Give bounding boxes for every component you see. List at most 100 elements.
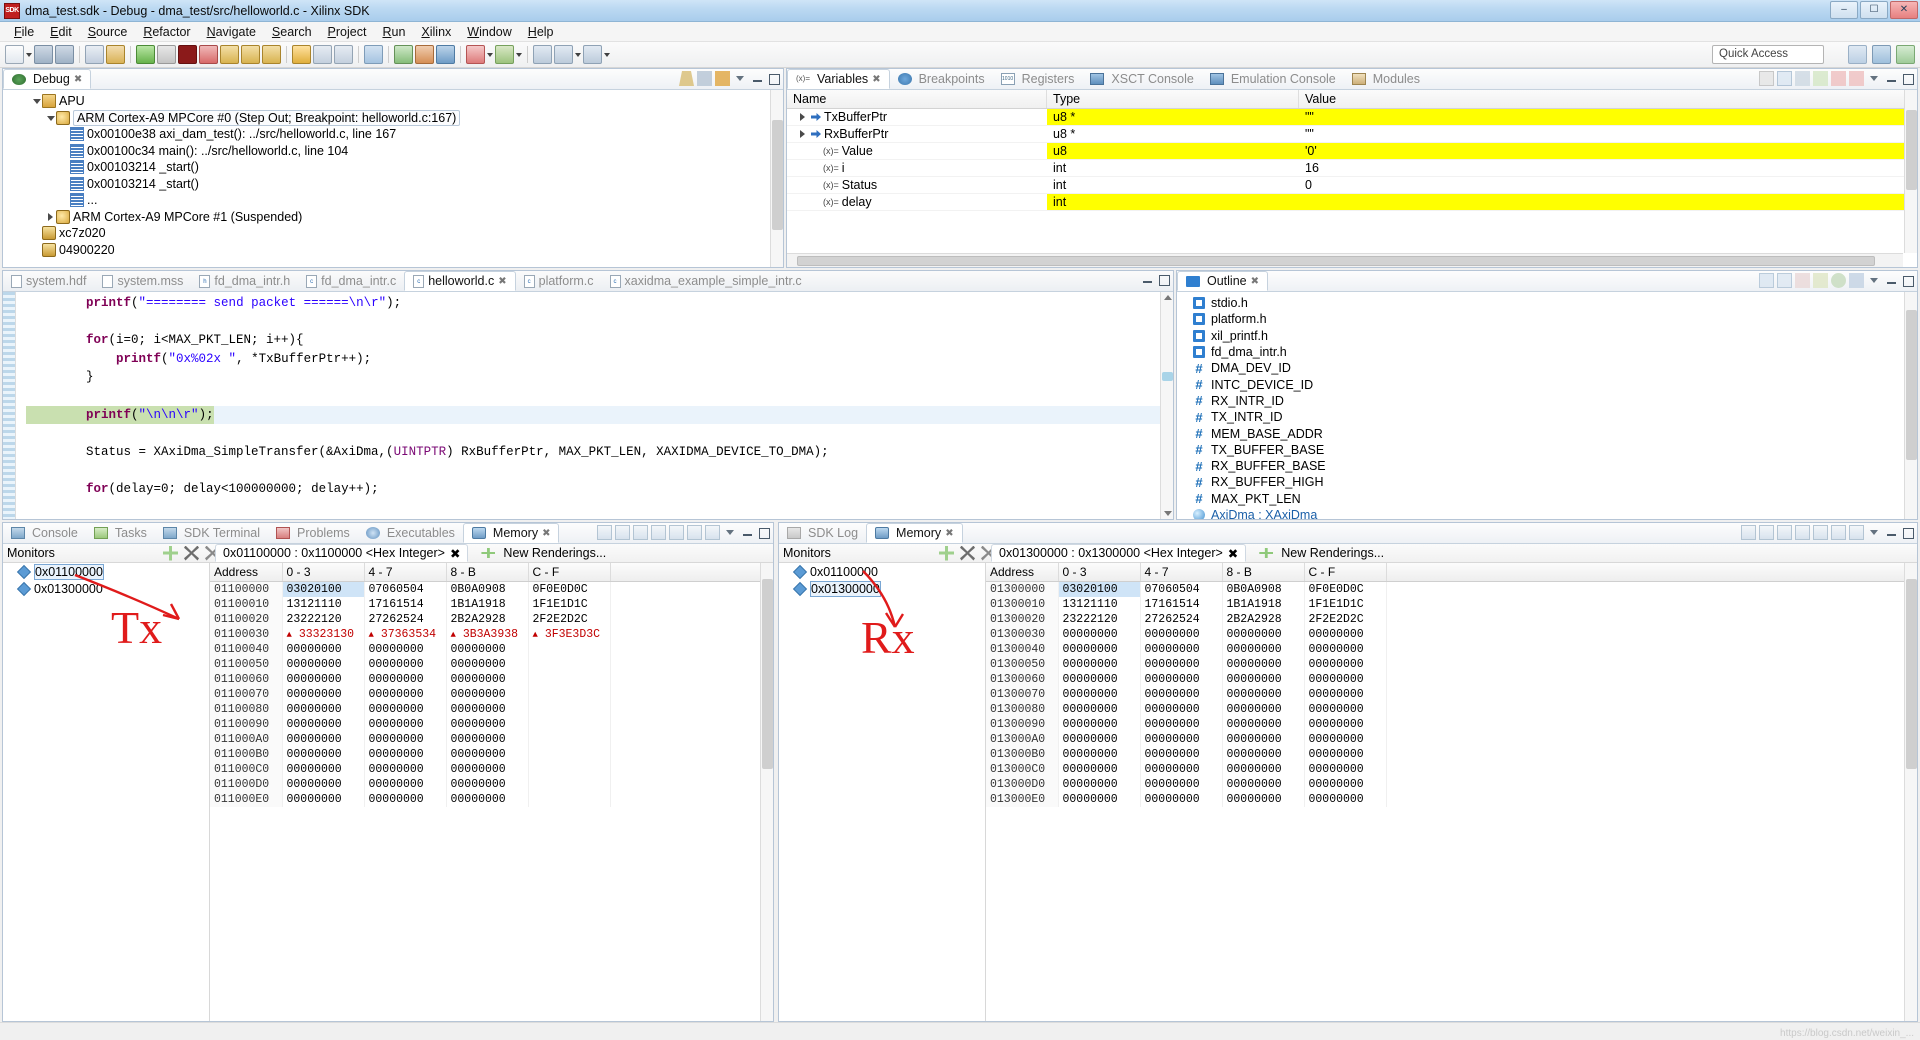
memory-cell[interactable]: 00000000 xyxy=(1058,762,1141,777)
memory-cell[interactable] xyxy=(528,657,611,672)
memory-view-menu-icon[interactable] xyxy=(1867,525,1882,540)
editor-scrollbar[interactable] xyxy=(1160,292,1173,519)
tab-problems[interactable]: Problems xyxy=(268,523,358,543)
toggle-split-icon[interactable] xyxy=(633,525,648,540)
quick-access-input[interactable]: Quick Access xyxy=(1712,45,1824,64)
memory-row[interactable]: 01300000 03020100 07060504 0B0A0908 0F0E0D0C xyxy=(986,581,1917,597)
memory-row[interactable]: 01100060 00000000 00000000 00000000 xyxy=(210,672,773,687)
outline-item[interactable]: # INTC_DEVICE_ID xyxy=(1177,376,1917,392)
memory-cell[interactable]: 00000000 xyxy=(446,672,529,687)
outline-view-menu-icon[interactable] xyxy=(1867,273,1882,288)
minimize-vars-icon[interactable] xyxy=(1885,72,1898,85)
memory-cell[interactable]: 00000000 xyxy=(1058,777,1141,792)
memory-row[interactable]: 01300090 00000000 00000000 00000000 00000000 xyxy=(986,717,1917,732)
memory-cell[interactable]: 1B1A1918 xyxy=(1222,597,1305,612)
variables-vscrollbar[interactable] xyxy=(1904,90,1917,253)
memory-cell[interactable]: 00000000 xyxy=(1304,792,1387,807)
memory-cell[interactable] xyxy=(528,687,611,702)
memory-row[interactable]: 013000E0 00000000 00000000 00000000 00000000 xyxy=(986,792,1917,807)
memory-cell[interactable]: 00000000 xyxy=(1304,762,1387,777)
chevron-down-icon[interactable] xyxy=(603,45,611,64)
print-icon[interactable] xyxy=(85,45,104,64)
editor-tab-platform-c[interactable]: c platform.c xyxy=(516,271,602,291)
debug-tree-row[interactable]: 04900220 xyxy=(3,242,783,259)
outline-item[interactable]: # RX_INTR_ID xyxy=(1177,393,1917,409)
memory-cell[interactable]: 00000000 xyxy=(1222,792,1305,807)
link-editor-icon[interactable] xyxy=(1849,273,1864,288)
memory-cell[interactable]: ▲ 3B3A3938 xyxy=(446,627,529,642)
variables-vscroll-thumb[interactable] xyxy=(1906,110,1917,190)
close-icon[interactable]: ✖ xyxy=(1228,546,1238,561)
view-menu-icon[interactable] xyxy=(733,71,748,86)
memory-cell[interactable]: 00000000 xyxy=(364,732,447,747)
memory-cell[interactable]: 00000000 xyxy=(1304,702,1387,717)
code-line[interactable] xyxy=(26,424,1173,443)
memory-cell[interactable] xyxy=(528,747,611,762)
memory-cell[interactable]: 00000000 xyxy=(1140,627,1223,642)
variable-row[interactable]: (x)= delay int xyxy=(787,194,1917,211)
chevron-down-icon[interactable] xyxy=(515,45,523,64)
memory-cell[interactable]: 00000000 xyxy=(364,657,447,672)
tab-breakpoints[interactable]: Breakpoints xyxy=(890,69,993,89)
maximize-view-icon[interactable] xyxy=(757,526,770,539)
memory-cell[interactable] xyxy=(528,642,611,657)
editor-tab-helloworld-c[interactable]: c helloworld.c ✖ xyxy=(404,271,516,291)
memory-cell[interactable]: 00000000 xyxy=(446,642,529,657)
debug-tree-row[interactable]: ARM Cortex-A9 MPCore #0 (Step Out; Break… xyxy=(3,109,783,127)
close-icon[interactable]: ✖ xyxy=(872,74,880,85)
variable-value[interactable] xyxy=(1299,194,1917,210)
memory-table-left[interactable]: Address 0 - 34 - 78 - BC - F 01100000 03020… xyxy=(210,563,773,807)
editor-tab-system-mss[interactable]: system.mss xyxy=(94,271,191,291)
memory-cell[interactable]: 00000000 xyxy=(1140,777,1223,792)
maximize-button[interactable]: ☐ xyxy=(1860,1,1888,19)
variables-hscrollbar[interactable] xyxy=(787,253,1903,267)
memory-cell[interactable]: 00000000 xyxy=(1304,687,1387,702)
monitor-item[interactable]: 0x01100000 xyxy=(3,563,209,580)
memory-cell[interactable] xyxy=(528,762,611,777)
outline-scrollbar[interactable] xyxy=(1904,292,1917,519)
memory-cell[interactable]: 27262524 xyxy=(1140,612,1223,627)
group-includes-icon[interactable] xyxy=(1777,273,1792,288)
memory-cell[interactable]: 00000000 xyxy=(1304,642,1387,657)
debug-tree[interactable]: APU ARM Cortex-A9 MPCore #0 (Step Out; Br… xyxy=(3,90,783,267)
close-icon[interactable]: ✖ xyxy=(450,546,460,561)
memory-cell[interactable]: 00000000 xyxy=(364,702,447,717)
add-monitor-icon[interactable] xyxy=(163,545,178,561)
debug-config-icon[interactable] xyxy=(495,45,514,64)
memory-cell[interactable]: 00000000 xyxy=(1140,642,1223,657)
close-icon[interactable]: ✖ xyxy=(498,276,506,287)
outline-item[interactable]: xil_printf.h xyxy=(1177,328,1917,344)
expand-arrow[interactable] xyxy=(797,130,808,139)
resume-icon[interactable] xyxy=(136,45,155,64)
outline-item[interactable]: # TX_INTR_ID xyxy=(1177,409,1917,425)
memory-cell[interactable]: 00000000 xyxy=(1140,732,1223,747)
editor-scroll-thumb[interactable] xyxy=(1162,372,1173,381)
memory-row[interactable]: 011000A0 00000000 00000000 00000000 xyxy=(210,732,773,747)
program-fpga-icon[interactable] xyxy=(394,45,413,64)
run-ext-icon[interactable] xyxy=(466,45,485,64)
memory-cell[interactable]: 07060504 xyxy=(364,581,447,597)
memory-cell[interactable]: 13121110 xyxy=(282,597,365,612)
new-memory-view-icon[interactable] xyxy=(615,525,630,540)
collapse-all-vars-icon[interactable] xyxy=(1795,71,1810,86)
memory-cell[interactable]: 00000000 xyxy=(1140,657,1223,672)
memory-cell[interactable]: 03020100 xyxy=(282,581,365,597)
memory-row[interactable]: 01300040 00000000 00000000 00000000 00000000 xyxy=(986,642,1917,657)
code-line[interactable]: if (Status != XST_SUCCESS) { xyxy=(26,517,1173,519)
variable-row[interactable]: (x)= i int 16 xyxy=(787,160,1917,177)
memory-cell[interactable]: 00000000 xyxy=(1304,657,1387,672)
memory-cell[interactable]: 00000000 xyxy=(1304,627,1387,642)
memory-cell[interactable]: 00000000 xyxy=(364,717,447,732)
suspend-icon[interactable] xyxy=(157,45,176,64)
columns-icon[interactable] xyxy=(1849,525,1864,540)
memory-cell[interactable]: 00000000 xyxy=(1058,672,1141,687)
expand-arrow[interactable] xyxy=(31,97,42,106)
memory-cell[interactable]: 27262524 xyxy=(364,612,447,627)
expand-arrow[interactable] xyxy=(797,113,808,122)
menu-item-project[interactable]: Project xyxy=(320,24,375,40)
memory-row[interactable]: 011000E0 00000000 00000000 00000000 xyxy=(210,792,773,807)
memory-cell[interactable]: 2F2E2D2C xyxy=(1304,612,1387,627)
memory-cell[interactable]: 0F0E0D0C xyxy=(528,581,611,597)
maximize-view-icon[interactable] xyxy=(1901,526,1914,539)
memory-cell[interactable]: 00000000 xyxy=(446,747,529,762)
